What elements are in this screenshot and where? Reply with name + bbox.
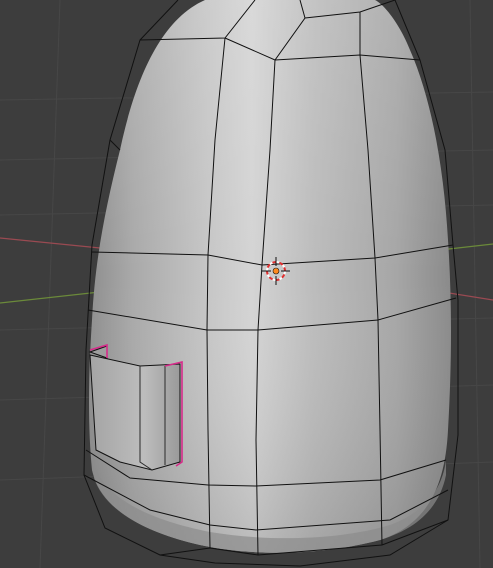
3d-viewport[interactable] — [0, 0, 493, 568]
side-pocket[interactable] — [89, 354, 181, 471]
